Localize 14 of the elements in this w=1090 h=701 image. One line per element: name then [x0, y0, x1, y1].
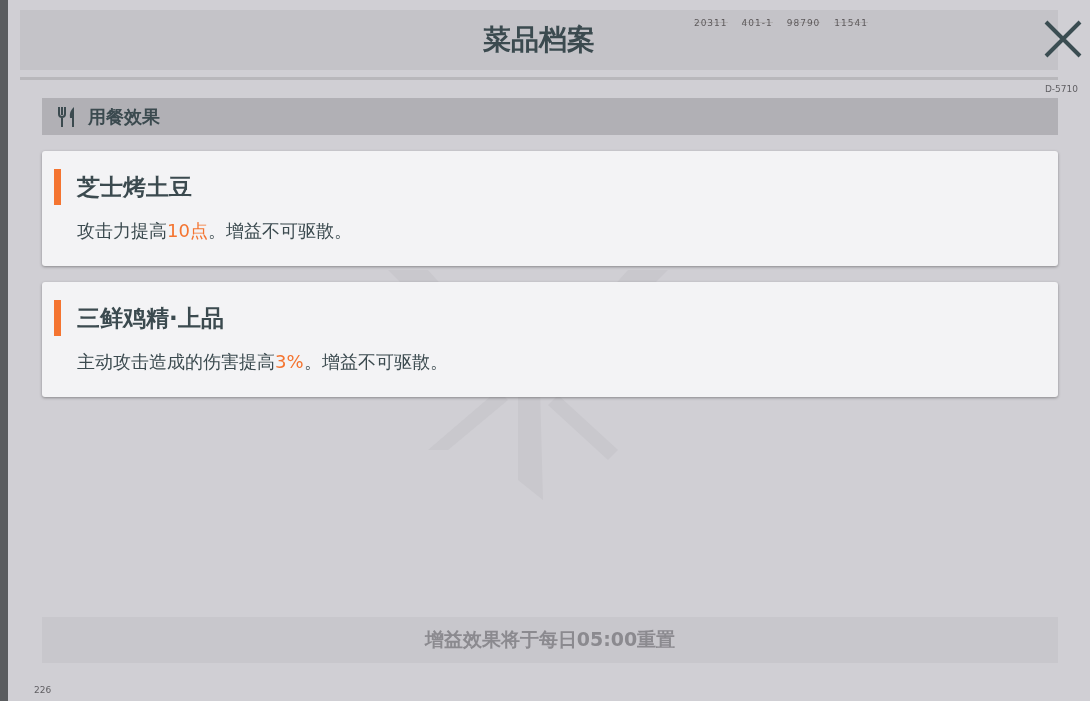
dish-description: 攻击力提高10点。增益不可驱散。	[77, 219, 353, 243]
close-button[interactable]	[1042, 18, 1084, 60]
dish-name: 芝士烤土豆	[77, 172, 192, 202]
section-title: 用餐效果	[88, 104, 160, 129]
fork-knife-icon	[58, 106, 76, 127]
dish-name: 三鲜鸡精·上品	[77, 303, 224, 333]
accent-bar	[54, 300, 61, 336]
corner-label: 226	[34, 685, 53, 695]
window-title: 菜品档案	[483, 22, 595, 58]
reset-note: 增益效果将于每日05:00重置	[424, 627, 676, 652]
close-icon	[1042, 18, 1084, 60]
accent-bar	[54, 169, 61, 205]
dish-description: 主动攻击造成的伤害提高3%。增益不可驱散。	[77, 350, 449, 374]
serial-label: D-5710	[1044, 84, 1078, 94]
